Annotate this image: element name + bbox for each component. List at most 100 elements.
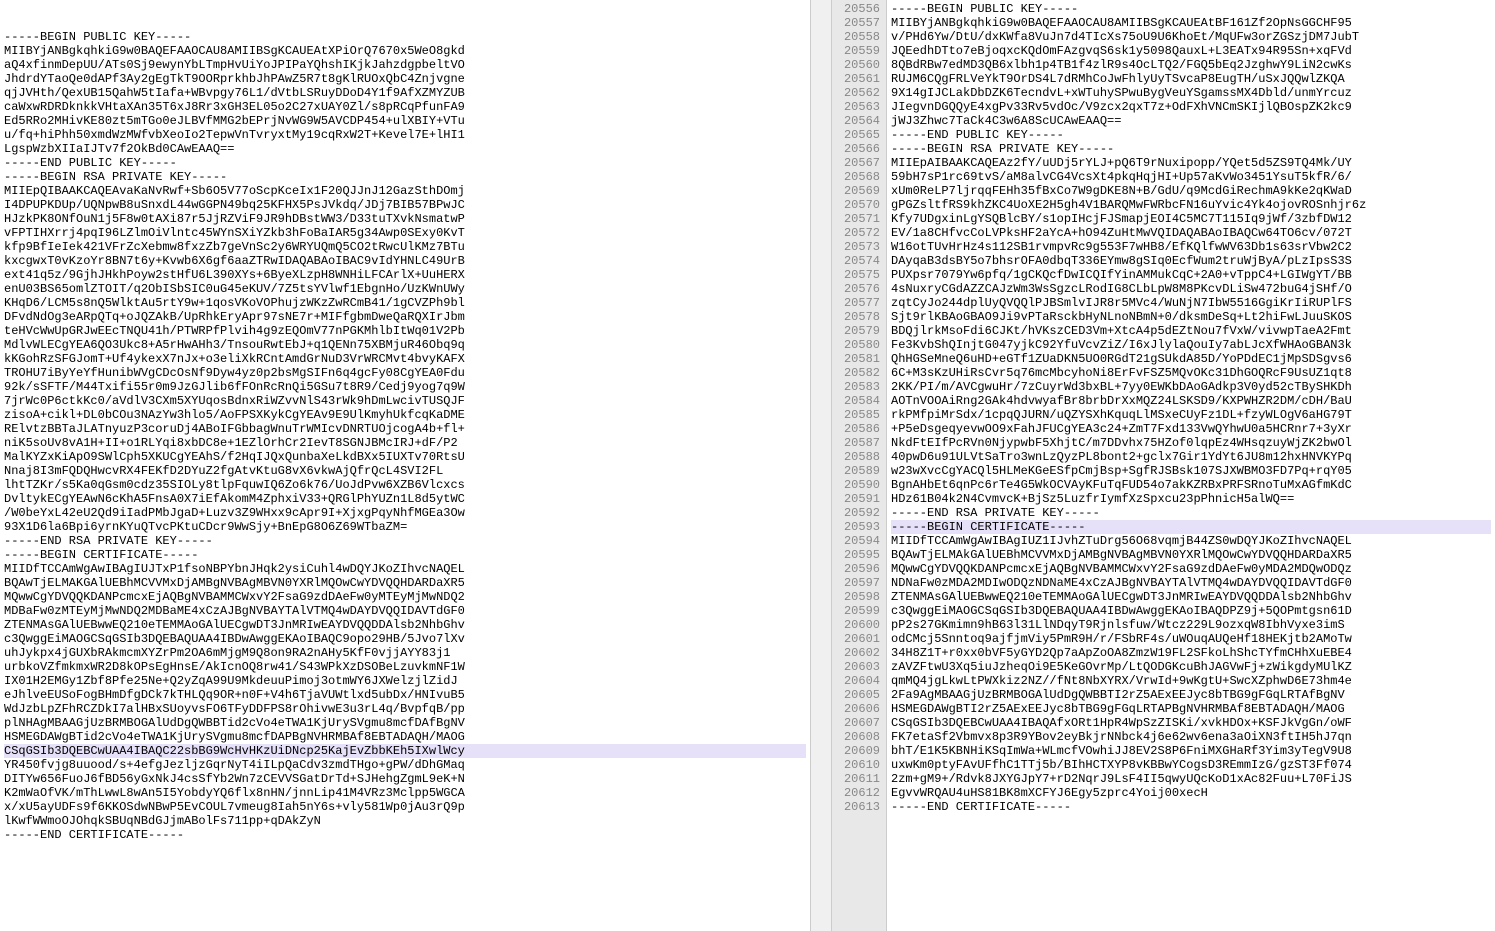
code-line: EV/1a8CHfvcCoLVPksHF2aYcA+hO94ZuHtMwVQID… <box>891 226 1491 240</box>
line-number: 20613 <box>834 800 880 814</box>
code-line: u/fq+hiPhh50xmdWzMWfvbXeoIo2TepwVnTvryxt… <box>4 128 806 142</box>
left-pane[interactable]: -----BEGIN PUBLIC KEY-----MIIBYjANBgkqhk… <box>0 0 810 931</box>
code-line: PUXpsr7079Yw6pfq/1gCKQcfDwICQIfYinAMMukC… <box>891 268 1491 282</box>
code-line: eJhlveEUSoFogBHmDfgDCk7kTHLQq9OR+n0F+V4h… <box>4 688 806 702</box>
line-number: 20571 <box>834 212 880 226</box>
line-number: 20596 <box>834 562 880 576</box>
code-line: Kfy7UDgxinLgYSQBlcBY/s1opIHcjFJSmapjEOI4… <box>891 212 1491 226</box>
code-line: 2Fa9AgMBAAGjUzBRMBOGAlUdDgQWBBTI2rZ5AExE… <box>891 688 1491 702</box>
line-number: 20558 <box>834 30 880 44</box>
code-line: TROHU7iByYeYfHunibWVgCDcOsNf9Dyw4yz0p2bs… <box>4 366 806 380</box>
line-number: 20573 <box>834 240 880 254</box>
code-line: AOTnVOOAiRng2GAk4hdvwyafBr8brbDrXxMQZ24L… <box>891 394 1491 408</box>
code-line: RElvtzBBTaJLATnyuzP3coruDj4ABoIFGbbagWnu… <box>4 422 806 436</box>
line-number: 20593 <box>834 520 880 534</box>
code-line: plNHAgMBAAGjUzBRMBOGAlUdDgQWBBTid2cVo4eT… <box>4 716 806 730</box>
code-line: BQAwTjELMAkGAlUEBhMCVVMxDjAMBgNVBAgMBVN0… <box>891 548 1491 562</box>
code-line: MIIDfTCCAmWgAwIBAgIUJTxP1fsoNBPYbnJHqk2y… <box>4 562 806 576</box>
code-line: 2KK/PI/m/AVCgwuHr/7zCuyrWd3bxBL+7yy0EWKb… <box>891 380 1491 394</box>
line-number: 20600 <box>834 618 880 632</box>
code-line: MIIEpAIBAAKCAQEAz2fY/uUDj5rYLJ+pQ6T9rNux… <box>891 156 1491 170</box>
line-number: 20578 <box>834 310 880 324</box>
code-line: urbkoVZfmkmxWR2D8kOPsEgHnsE/AkIcnOQ8rw41… <box>4 660 806 674</box>
line-number: 20611 <box>834 772 880 786</box>
code-line: JhdrdYTaoQe0dAPf3Ay2gEgTkT9OORprkhbJhPAw… <box>4 72 806 86</box>
line-number: 20567 <box>834 156 880 170</box>
right-code: -----BEGIN PUBLIC KEY-----MIIBYjANBgkqhk… <box>887 0 1495 931</box>
diff-view: -----BEGIN PUBLIC KEY-----MIIBYjANBgkqhk… <box>0 0 1495 931</box>
code-line: rkPMfpiMrSdx/1cpqQJURN/uQZYSXhKquqLlMSxe… <box>891 408 1491 422</box>
code-line: vFPTIHXrrj4pqI96LZlmOiVlntc45WYnSXiYZkb3… <box>4 226 806 240</box>
line-number: 20592 <box>834 506 880 520</box>
code-line: LgspWzbXIIaIJTv7f2OkBd0CAwEAAQ== <box>4 142 806 156</box>
line-number: 20563 <box>834 100 880 114</box>
code-line: QhHGSeMneQ6uHD+eGTf1ZUaDKN5UO0RGdT21gSUk… <box>891 352 1491 366</box>
right-pane[interactable]: 2055620557205582055920560205612056220563… <box>832 0 1495 931</box>
code-line: gPGZsltfRS9khZKC4UoXE2H5gh4V1BARQMwFWRbc… <box>891 198 1491 212</box>
code-line: jWJ3Zhwc7TaCk4C3w6A8ScUCAwEAAQ== <box>891 114 1491 128</box>
line-number: 20597 <box>834 576 880 590</box>
code-line: MIIDfTCCAmWgAwIBAgIUZ1IJvhZTuDrg56O68vqm… <box>891 534 1491 548</box>
code-line: MalKYZxKiApO9SWlCph5XKUCgYEAhS/f2HqIJQxQ… <box>4 450 806 464</box>
code-line: -----END RSA PRIVATE KEY----- <box>891 506 1491 520</box>
code-line: Ed5RRo2MHivKE80zt5mTGo0eJLBVfMMG2bEPrjNv… <box>4 114 806 128</box>
code-line: -----END CERTIFICATE----- <box>891 800 1491 814</box>
code-line: pP2s27GKmimn9hB63l31LlNDqyT9Rjnlsfuw/Wtc… <box>891 618 1491 632</box>
code-line: CSqGSIb3DQEBCwUAA4IBAQAfxORt1HpR4WpSzZIS… <box>891 716 1491 730</box>
code-line: w23wXvcCgYACQl5HLMeKGeESfpCmjBsp+SgfRJSB… <box>891 464 1491 478</box>
line-number: 20606 <box>834 702 880 716</box>
code-line: -----BEGIN RSA PRIVATE KEY----- <box>891 142 1491 156</box>
line-number: 20572 <box>834 226 880 240</box>
code-line: 92k/sSFTF/M44Txifi55r0m9JzGJlib6fFOnRcRn… <box>4 380 806 394</box>
code-line: JIegvnDGQQyE4xgPv33Rv5vdOc/V9zcx2qxT7z+O… <box>891 100 1491 114</box>
line-number: 20568 <box>834 170 880 184</box>
line-number: 20577 <box>834 296 880 310</box>
code-line: MQwwCgYDVQQKDANPcmcxEjAQBgNVBAMMCWxvY2Fs… <box>4 590 806 604</box>
code-line: uhJykpx4jGUXbRAkmcmXYZrPm2OA6mMjgM9Q8on9… <box>4 646 806 660</box>
line-number: 20587 <box>834 436 880 450</box>
code-line: ZTENMAsGAlUEBwwEQ210eTEMMAoGAlUECgwDT3Jn… <box>4 618 806 632</box>
code-line: NkdFtEIfPcRVn0NjypwbF5XhjtC/m7DDvhx75HZo… <box>891 436 1491 450</box>
code-line: DFvdNdOg3eARpQTq+oJQZAkB/UpRhkEryApr97sN… <box>4 310 806 324</box>
code-line: IX01H2EMGy1Zbf8Pfe25Ne+Q2yZqA99U9MkdeuuP… <box>4 674 806 688</box>
code-line: zqtCyJo244dplUyQVQQlPJBSmlvIJR8r5MVc4/Wu… <box>891 296 1491 310</box>
code-line: YR450fvjg8uuood/s+4efgJezljzGqrNyT4iILpQ… <box>4 758 806 772</box>
code-line: -----BEGIN CERTIFICATE----- <box>4 548 806 562</box>
code-line: MIIBYjANBgkqhkiG9w0BAQEFAAOCAU8AMIIBSgKC… <box>891 16 1491 30</box>
line-number: 20569 <box>834 184 880 198</box>
pane-separator[interactable] <box>810 0 832 931</box>
code-line: zisoA+cikl+DL0bCOu3NAzYw3hlo5/AoFPSXKykC… <box>4 408 806 422</box>
line-number: 20612 <box>834 786 880 800</box>
code-line: 6C+M3sKzUHiRsCvr5q76mcMbcyhoNi8ErFvFSZ5M… <box>891 366 1491 380</box>
line-number: 20591 <box>834 492 880 506</box>
code-line: teHVcWwUpGRJwEEcTNQU41h/PTWRPfPlvih4g9zE… <box>4 324 806 338</box>
line-number: 20603 <box>834 660 880 674</box>
line-number: 20589 <box>834 464 880 478</box>
code-line: MQwwCgYDVQQKDANPcmcxEjAQBgNVBAMMCWxvY2Fs… <box>891 562 1491 576</box>
line-number: 20561 <box>834 72 880 86</box>
code-line: Fe3KvbShQInjtG047yjkC92YfuVcvZiZ/I6xJlyl… <box>891 338 1491 352</box>
code-line: niK5soUv8vA1H+II+o1RLYqi8xbDC8e+1EZlOrhC… <box>4 436 806 450</box>
code-line: MIIEpQIBAAKCAQEAvaKaNvRwf+Sb6O5V77oScpKc… <box>4 184 806 198</box>
code-line: 34H8Z1T+r0xx0bVF5yGYD2Qp7aApZoOA8ZmzW19F… <box>891 646 1491 660</box>
line-number: 20570 <box>834 198 880 212</box>
code-line: qjJVHth/QexUB15QahW5tIafa+WBvpgy76L1/dVt… <box>4 86 806 100</box>
code-line: v/PHd6Yw/DtU/dxKWfa8VuJn7d4TIcXs75oU9U6K… <box>891 30 1491 44</box>
line-number: 20599 <box>834 604 880 618</box>
line-number: 20602 <box>834 646 880 660</box>
line-number: 20562 <box>834 86 880 100</box>
line-number: 20604 <box>834 674 880 688</box>
code-line: kfp9BfIeIek421VFrZcXebmw8fxzZb7geVnSc2y6… <box>4 240 806 254</box>
code-line: kxcgwxT0vKzoYr8BN7t6y+Kvwb6X6gf6aaZTRwID… <box>4 254 806 268</box>
code-line: DAyqaB3dsBY5o7bhsrOFA0dbqT336EYmw8gSIq0E… <box>891 254 1491 268</box>
code-line: lhtTZKr/s5Ka0qGsm0cdz35SIOLy8tlpFquwIQ6Z… <box>4 478 806 492</box>
code-line: -----END CERTIFICATE----- <box>4 828 806 842</box>
line-number: 20608 <box>834 730 880 744</box>
code-line: HJzkPK8ONfOuN1j5F8w0tAXi87r5JjRZViF9JR9h… <box>4 212 806 226</box>
line-number: 20595 <box>834 548 880 562</box>
line-number: 20580 <box>834 338 880 352</box>
code-line: W16otTUvHrHz4s112SB1rvmpvRc9g553F7wHB8/E… <box>891 240 1491 254</box>
code-line: ZTENMAsGAlUEBwwEQ210eTEMMAoGAlUECgwDT3Jn… <box>891 590 1491 604</box>
code-line: kKGohRzSFGJomT+Uf4ykexX7nJx+o3eliXkRCntA… <box>4 352 806 366</box>
code-line: 93X1D6la6Bpi6yrnKYuQTvcPKtuCDcr9WwSjy+Bn… <box>4 520 806 534</box>
